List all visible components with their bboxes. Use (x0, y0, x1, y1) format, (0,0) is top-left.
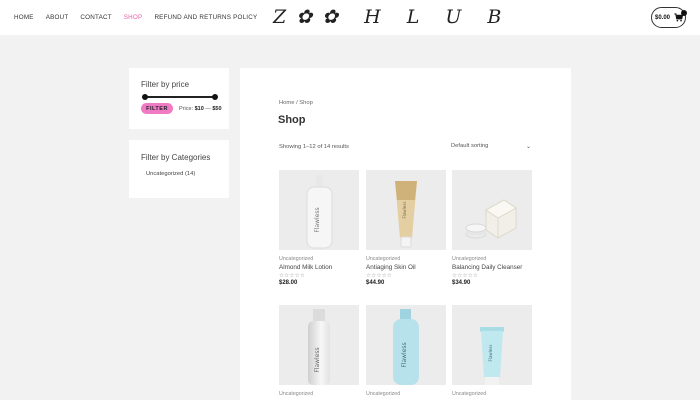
nav-contact[interactable]: CONTACT (80, 14, 111, 21)
product-brand: Flawless (402, 202, 407, 219)
shop-main: Home / Shop Shop Showing 1–12 of 14 resu… (240, 68, 571, 400)
nav-about[interactable]: ABOUT (46, 14, 69, 21)
product-card[interactable]: Flawless Uncategorized (366, 305, 446, 397)
cream-box-icon (465, 199, 517, 239)
filter-categories-widget: Filter by Categories Uncategorized (14) (129, 140, 229, 198)
product-card[interactable]: Flawless Uncategorized Antiaging Skin Oi… (366, 170, 446, 286)
product-price: $28.00 (279, 280, 298, 286)
product-name[interactable]: Almond Milk Lotion (279, 264, 359, 271)
price-max: $50 (212, 106, 222, 112)
product-name[interactable]: Balancing Daily Cleanser (452, 264, 532, 271)
product-brand: Flawless (488, 345, 493, 362)
category-uncategorized[interactable]: Uncategorized (14) (146, 171, 195, 177)
product-brand: Flawless (314, 347, 321, 372)
cart-count-badge (681, 10, 687, 16)
price-slider-track (143, 96, 216, 98)
tube-icon: Flawless (480, 327, 504, 385)
main-nav: HOME ABOUT CONTACT SHOP REFUND AND RETUR… (14, 14, 269, 21)
sorting-select[interactable]: Default sorting ⌄ (451, 143, 531, 150)
cart-button[interactable]: $0.00 (651, 7, 687, 28)
price-slider[interactable] (142, 94, 218, 100)
filter-price-title: Filter by price (141, 80, 190, 89)
chevron-down-icon: ⌄ (525, 144, 531, 150)
product-category[interactable]: Uncategorized (279, 256, 359, 262)
product-image[interactable]: Flawless (366, 170, 446, 250)
product-card[interactable]: Uncategorized Balancing Daily Cleanser ☆… (452, 170, 532, 286)
product-category[interactable]: Uncategorized (279, 391, 359, 397)
product-card[interactable]: Flawless Uncategorized (279, 305, 359, 397)
product-image[interactable]: Flawless (452, 305, 532, 385)
bottle-icon: Flawless (393, 309, 419, 385)
product-price: $34.90 (452, 280, 471, 286)
site-logo[interactable]: Z✿✿ H L U B (273, 6, 511, 28)
sorting-value: Default sorting (451, 143, 489, 149)
breadcrumb[interactable]: Home / Shop (279, 100, 313, 106)
product-image[interactable] (452, 170, 532, 250)
price-range-label: Price: $10 — $50 (179, 106, 222, 112)
product-rating: ☆☆☆☆☆ (279, 273, 306, 279)
product-price: $44.90 (366, 280, 385, 286)
product-image[interactable]: Flawless (366, 305, 446, 385)
product-category[interactable]: Uncategorized (452, 391, 532, 397)
filter-price-widget: Filter by price FILTER Price: $10 — $50 (129, 68, 229, 129)
page-title: Shop (278, 114, 306, 126)
product-image[interactable]: Flawless (279, 305, 359, 385)
product-rating: ☆☆☆☆☆ (452, 273, 479, 279)
nav-home[interactable]: HOME (14, 14, 34, 21)
tall-bottle-icon: Flawless (306, 175, 333, 249)
price-range-prefix: Price: (179, 106, 194, 112)
cart-amount: $0.00 (655, 14, 671, 21)
product-card[interactable]: Flawless Uncategorized (452, 305, 532, 397)
price-slider-max-handle[interactable] (212, 94, 218, 100)
product-brand: Flawless (314, 207, 321, 232)
filter-categories-title: Filter by Categories (141, 153, 211, 162)
product-name[interactable]: Antiaging Skin Oil (366, 264, 446, 271)
product-category[interactable]: Uncategorized (452, 256, 532, 262)
price-slider-min-handle[interactable] (142, 94, 148, 100)
price-min: $10 (194, 106, 204, 112)
product-category[interactable]: Uncategorized (366, 256, 446, 262)
product-brand: Flawless (401, 342, 408, 367)
product-image[interactable]: Flawless (279, 170, 359, 250)
product-rating: ☆☆☆☆☆ (366, 273, 393, 279)
filter-button[interactable]: FILTER (141, 103, 173, 114)
nav-shop[interactable]: SHOP (124, 14, 143, 21)
tube-icon: Flawless (395, 181, 417, 248)
product-category[interactable]: Uncategorized (366, 391, 446, 397)
nav-refund-policy[interactable]: REFUND AND RETURNS POLICY (154, 14, 257, 21)
result-count: Showing 1–12 of 14 results (279, 144, 349, 150)
product-card[interactable]: Flawless Uncategorized Almond Milk Lotio… (279, 170, 359, 286)
site-header: HOME ABOUT CONTACT SHOP REFUND AND RETUR… (0, 0, 700, 35)
bottle-icon: Flawless (308, 309, 330, 385)
